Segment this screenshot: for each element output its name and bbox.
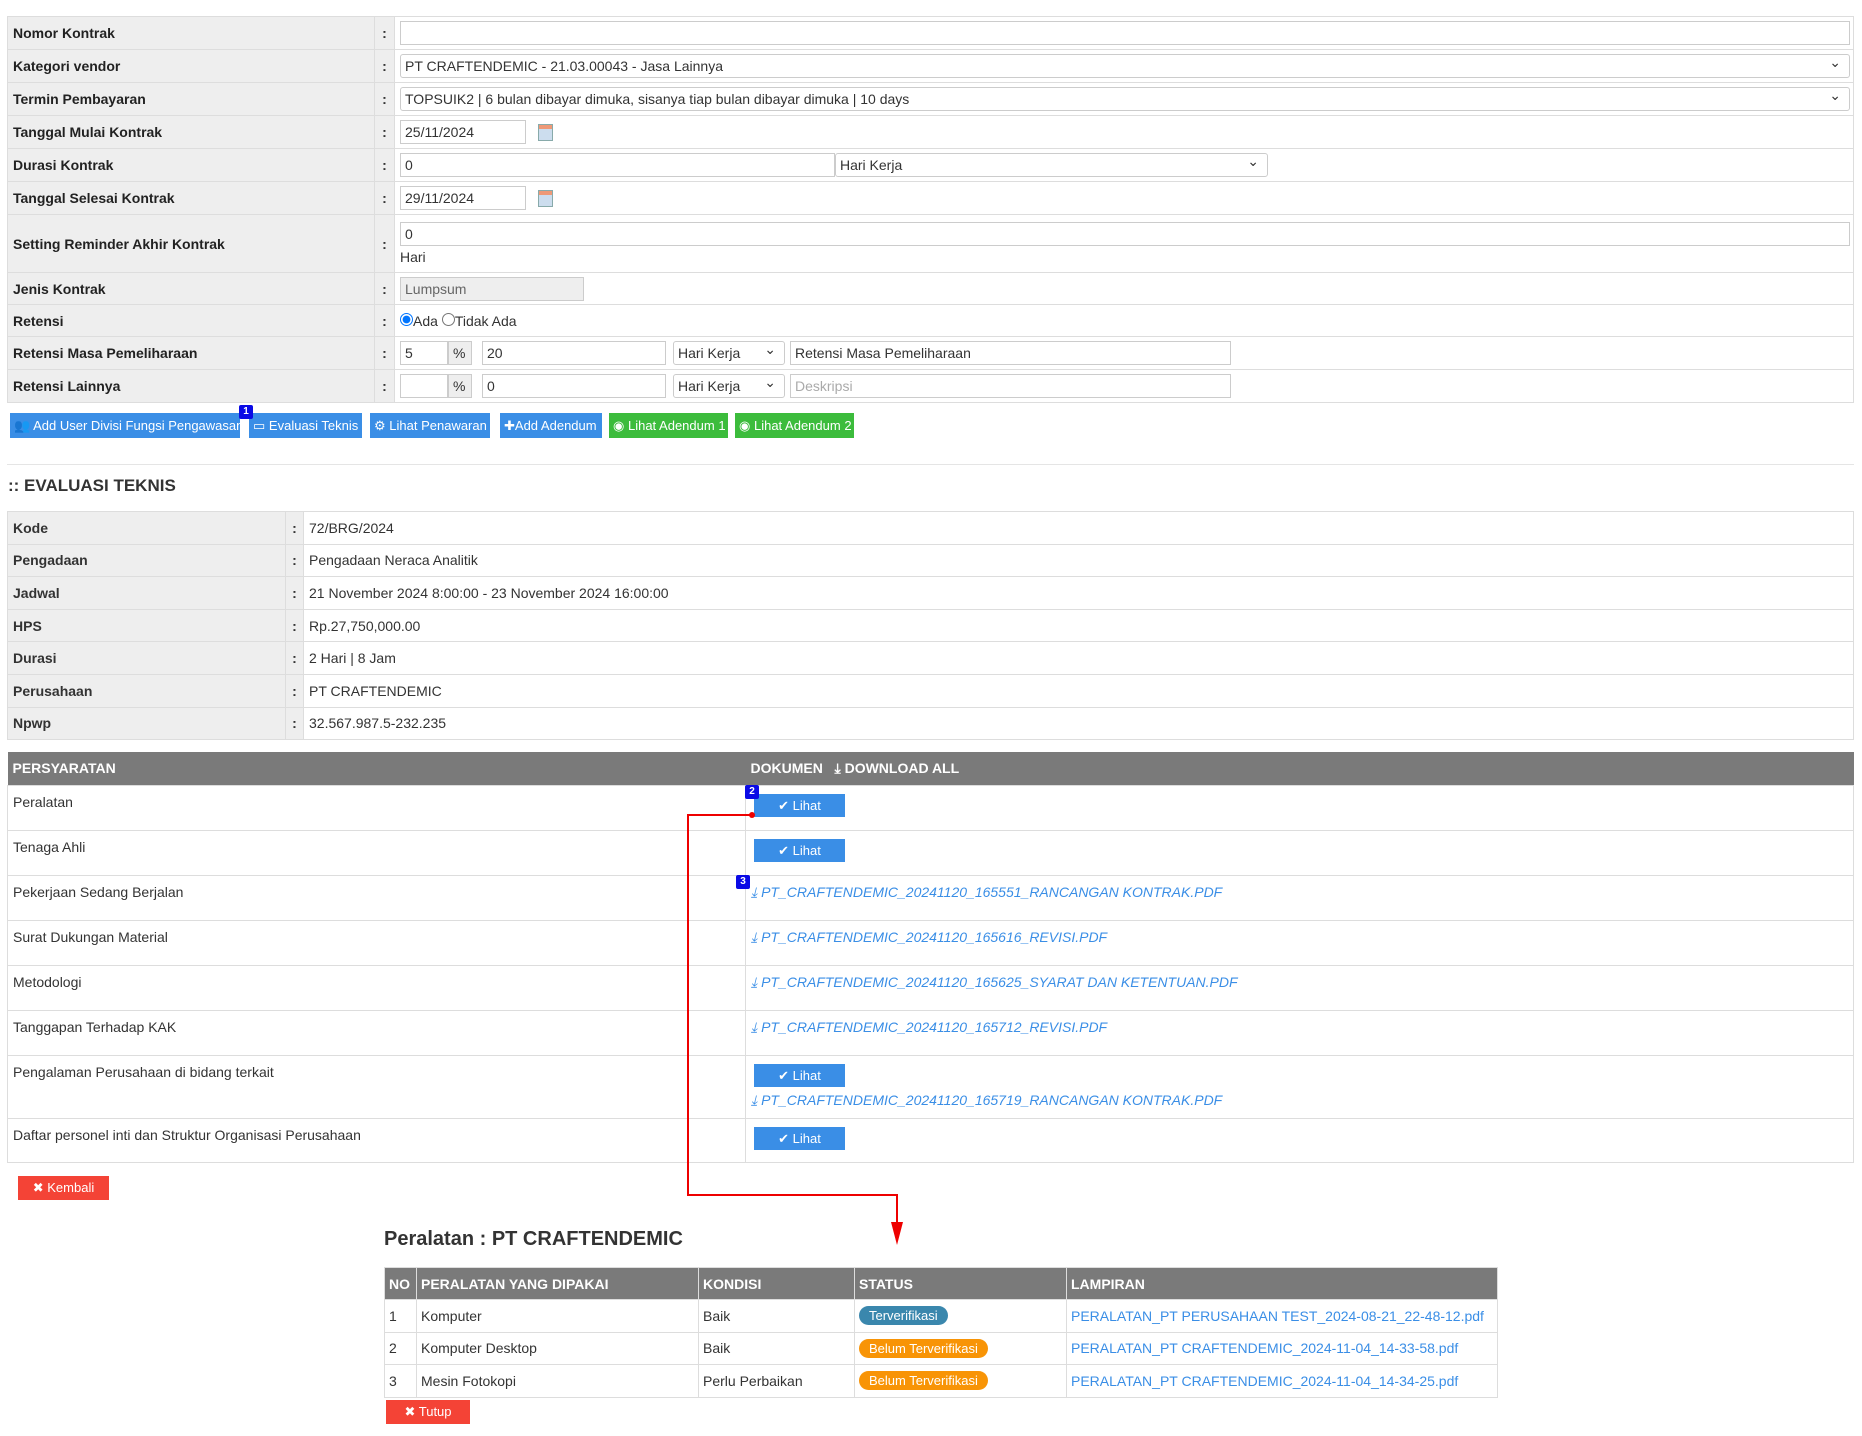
modal-title: Peralatan : PT CRAFTENDEMIC	[384, 1228, 683, 1250]
lampiran-link[interactable]: PERALATAN_PT CRAFTENDEMIC_2024-11-04_14-…	[1071, 1373, 1458, 1389]
status-badge: Belum Terverifikasi	[859, 1338, 988, 1358]
peralatan-table: NO PERALATAN YANG DIPAKAI KONDISI STATUS…	[384, 1267, 1498, 1398]
status-badge: Belum Terverifikasi	[859, 1371, 988, 1391]
marker-badge: 1	[239, 405, 253, 419]
marker-badge: 3	[736, 875, 750, 889]
marker-badge: 2	[745, 785, 759, 799]
status-badge: Terverifikasi	[859, 1306, 948, 1326]
annotation-arrow	[687, 812, 903, 1245]
peralatan-row: 1 Komputer Baik Terverifikasi PERALATAN_PT P…	[384, 1299, 1498, 1333]
peralatan-row: 2 Komputer Desktop Baik Belum Terverifikasi…	[384, 1331, 1498, 1365]
lampiran-link[interactable]: PERALATAN_PT CRAFTENDEMIC_2024-11-04_14-…	[1071, 1340, 1458, 1356]
tutup-button[interactable]: ✖ Tutup	[386, 1400, 470, 1424]
peralatan-row: 3 Mesin Fotokopi Perlu Perbaikan Belum Terv…	[384, 1364, 1498, 1398]
lampiran-link[interactable]: PERALATAN_PT PERUSAHAAN TEST_2024-08-21_…	[1071, 1308, 1484, 1324]
